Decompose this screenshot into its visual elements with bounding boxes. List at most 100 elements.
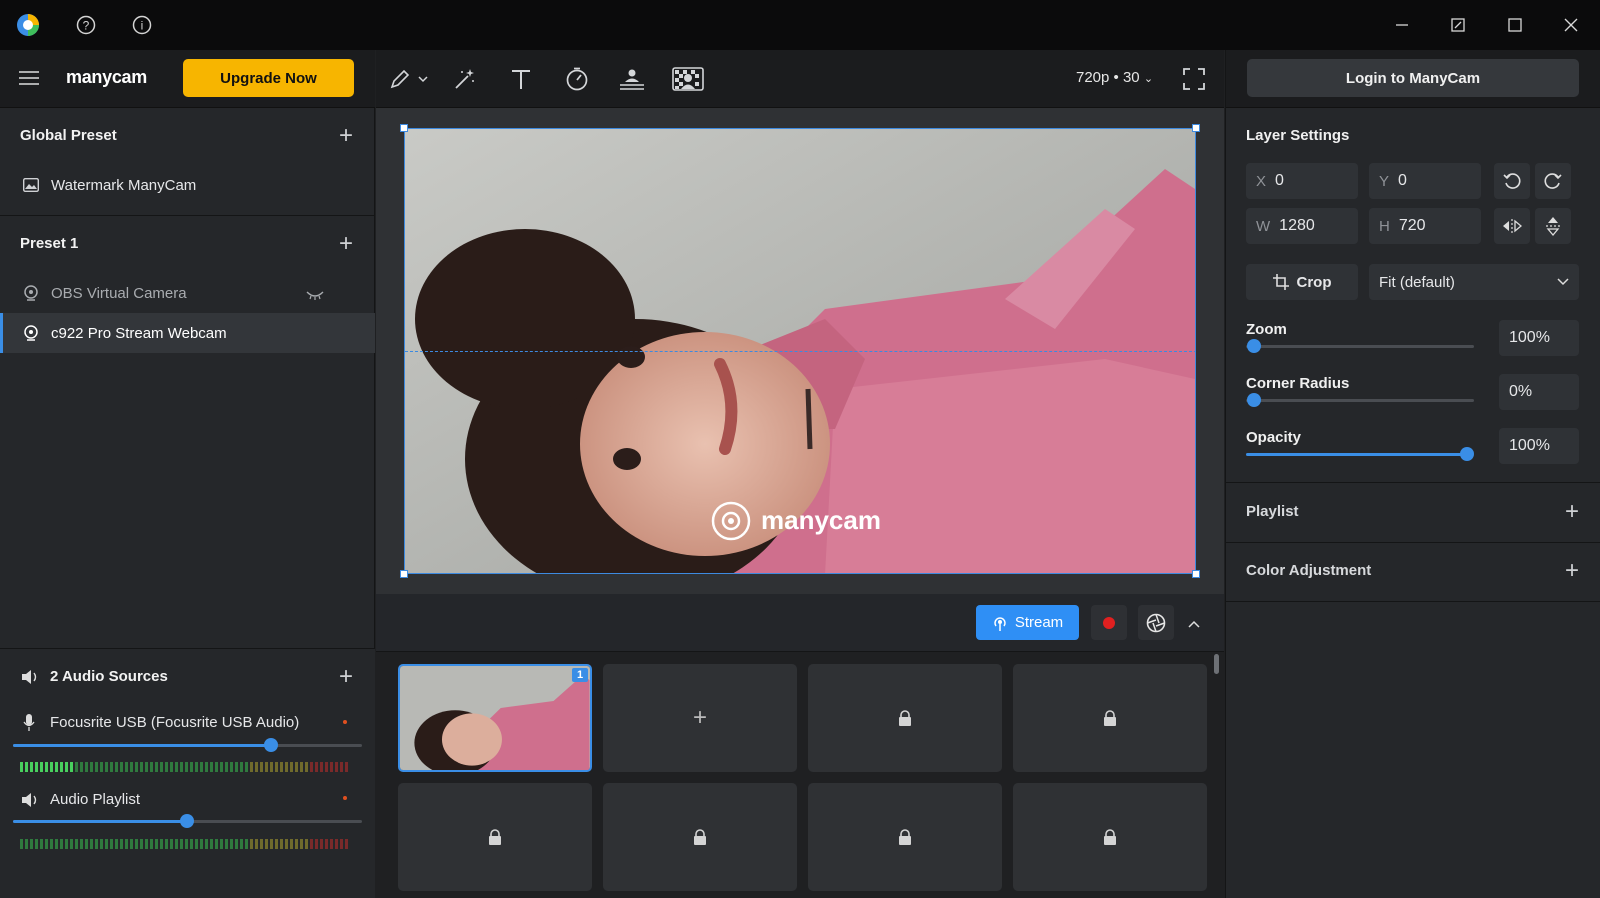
- scenes-scrollbar[interactable]: [1214, 654, 1219, 674]
- y-field[interactable]: Y0: [1369, 163, 1481, 199]
- meter-segment: [300, 762, 303, 772]
- height-field[interactable]: H 720: [1369, 208, 1481, 244]
- record-button[interactable]: [1091, 605, 1127, 640]
- add-preset-source-icon[interactable]: +: [336, 232, 356, 256]
- scene-thumbnail-1[interactable]: 1: [398, 664, 592, 772]
- aperture-icon: [1146, 613, 1166, 632]
- locked-scene[interactable]: [1013, 664, 1207, 772]
- focusrite-volume-knob[interactable]: [264, 738, 278, 752]
- meter-segment: [80, 762, 83, 772]
- list-item-obs-camera[interactable]: OBS Virtual Camera: [0, 273, 375, 313]
- resize-handle[interactable]: [1192, 124, 1200, 132]
- corner-radius-value-input[interactable]: 0%: [1499, 374, 1579, 410]
- meter-segment: [330, 839, 333, 849]
- locked-scene[interactable]: [808, 664, 1002, 772]
- minimize-button[interactable]: [1387, 10, 1417, 40]
- add-scene-button[interactable]: +: [603, 664, 797, 772]
- chevron-up-icon[interactable]: [1188, 615, 1200, 631]
- meter-segment: [65, 762, 68, 772]
- scene-badge: 1: [572, 668, 588, 682]
- opacity-slider-fill[interactable]: [1246, 453, 1467, 456]
- locked-scene[interactable]: [1013, 783, 1207, 891]
- width-field[interactable]: W 1280: [1246, 208, 1358, 244]
- list-item-label: c922 Pro Stream Webcam: [51, 324, 227, 342]
- menu-icon[interactable]: [19, 70, 39, 89]
- webcam-icon: [22, 284, 40, 302]
- add-audio-source-icon[interactable]: +: [336, 665, 356, 689]
- help-icon[interactable]: ?: [74, 13, 98, 37]
- text-icon[interactable]: [505, 63, 537, 95]
- meter-segment: [295, 839, 298, 849]
- meter-segment: [260, 839, 263, 849]
- audio-sources-panel: 2 Audio Sources + Focusrite USB (Focusri…: [0, 648, 375, 898]
- rotate-right-icon[interactable]: [1535, 163, 1571, 199]
- meter-segment: [140, 839, 143, 849]
- meter-segment: [80, 839, 83, 849]
- meter-segment: [150, 762, 153, 772]
- lower-third-icon[interactable]: [616, 63, 648, 95]
- locked-scene[interactable]: [603, 783, 797, 891]
- hidden-eye-icon[interactable]: [306, 287, 324, 303]
- maximize-button[interactable]: [1500, 10, 1530, 40]
- color-adjustment-title: Color Adjustment: [1246, 562, 1372, 579]
- resize-handle[interactable]: [400, 570, 408, 578]
- login-button[interactable]: Login to ManyCam: [1247, 59, 1579, 97]
- add-playlist-icon[interactable]: +: [1562, 500, 1582, 524]
- info-icon[interactable]: i: [130, 13, 154, 37]
- popout-button[interactable]: [1443, 10, 1473, 40]
- meter-segment: [195, 839, 198, 849]
- flip-horizontal-icon[interactable]: [1494, 208, 1530, 244]
- list-item-watermark[interactable]: Watermark ManyCam: [0, 165, 375, 205]
- close-button[interactable]: [1556, 10, 1586, 40]
- meter-segment: [290, 762, 293, 772]
- magic-wand-icon[interactable]: [449, 63, 481, 95]
- expand-color-adjustment-icon[interactable]: +: [1562, 559, 1582, 583]
- meter-segment: [345, 762, 348, 772]
- lock-icon: [1104, 829, 1116, 845]
- meter-segment: [165, 762, 168, 772]
- resize-handle[interactable]: [1192, 570, 1200, 578]
- stream-button[interactable]: Stream: [976, 605, 1079, 640]
- locked-scene[interactable]: [808, 783, 1002, 891]
- x-field[interactable]: X0: [1246, 163, 1358, 199]
- meter-segment: [50, 762, 53, 772]
- locked-scene[interactable]: [398, 783, 592, 891]
- stream-label: Stream: [1014, 614, 1064, 631]
- zoom-label: Zoom: [1246, 321, 1287, 338]
- add-global-preset-icon[interactable]: +: [336, 124, 356, 148]
- zoom-slider-track[interactable]: [1246, 345, 1474, 348]
- crop-button[interactable]: Crop: [1246, 264, 1358, 300]
- lock-icon: [899, 710, 911, 726]
- meter-segment: [240, 762, 243, 772]
- timer-icon[interactable]: [561, 63, 593, 95]
- resolution-select[interactable]: 720p • 30 ⌄: [1076, 69, 1153, 86]
- resize-handle[interactable]: [400, 124, 408, 132]
- opacity-value-input[interactable]: 100%: [1499, 428, 1579, 464]
- upgrade-button[interactable]: Upgrade Now: [183, 59, 354, 97]
- lock-icon: [1104, 710, 1116, 726]
- zoom-slider-knob[interactable]: [1247, 339, 1261, 353]
- microphone-icon: [23, 714, 35, 735]
- playlist-volume-knob[interactable]: [180, 814, 194, 828]
- meter-segment: [160, 839, 163, 849]
- camera-preview[interactable]: manycam: [404, 128, 1196, 574]
- opacity-slider-knob[interactable]: [1460, 447, 1474, 461]
- list-item-c922-webcam[interactable]: c922 Pro Stream Webcam: [0, 313, 375, 353]
- lock-icon: [489, 829, 501, 845]
- meter-segment: [200, 762, 203, 772]
- corner-radius-slider-track[interactable]: [1246, 399, 1474, 402]
- background-replace-icon[interactable]: [670, 63, 706, 95]
- zoom-value-input[interactable]: 100%: [1499, 320, 1579, 356]
- flip-vertical-icon[interactable]: [1535, 208, 1571, 244]
- fullscreen-icon[interactable]: [1178, 63, 1210, 95]
- meter-segment: [225, 762, 228, 772]
- meter-segment: [335, 839, 338, 849]
- corner-radius-slider-knob[interactable]: [1247, 393, 1261, 407]
- fit-select[interactable]: Fit (default): [1369, 264, 1579, 300]
- rotate-left-icon[interactable]: [1494, 163, 1530, 199]
- opacity-label: Opacity: [1246, 429, 1302, 446]
- snapshot-button[interactable]: [1138, 605, 1174, 640]
- meter-segment: [120, 762, 123, 772]
- draw-pen-icon[interactable]: [386, 63, 432, 95]
- meter-segment: [310, 839, 313, 849]
